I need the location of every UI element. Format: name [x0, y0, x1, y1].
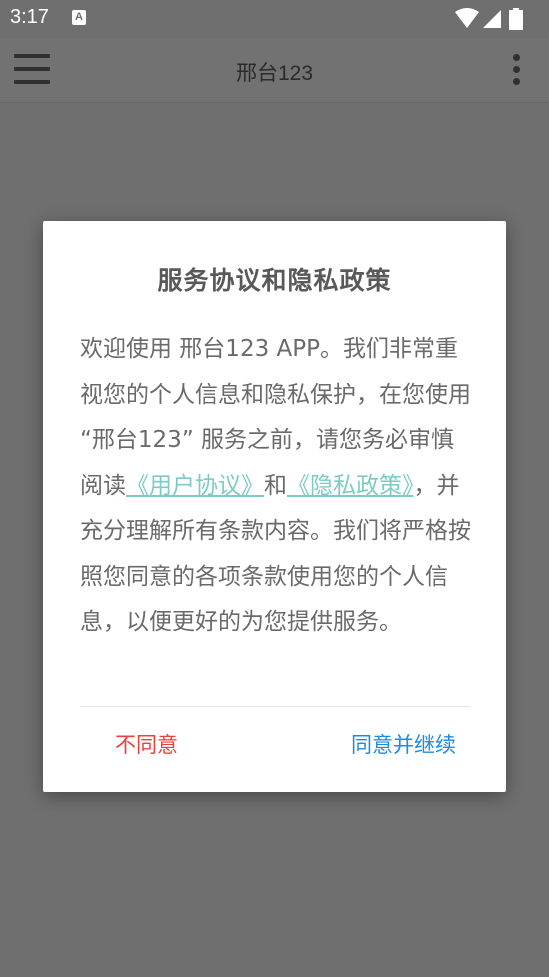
dialog-body: 欢迎使用 邢台123 APP。我们非常重视您的个人信息和隐私保护，在您使用 “邢… — [80, 327, 472, 646]
status-bar: 3:17 A — [0, 0, 549, 38]
privacy-dialog: 服务协议和隐私政策 欢迎使用 邢台123 APP。我们非常重视您的个人信息和隐私… — [43, 221, 506, 792]
user-agreement-link[interactable]: 《用户协议》 — [126, 473, 264, 499]
dialog-body-text-2: 和 — [264, 472, 287, 499]
dialog-title: 服务协议和隐私政策 — [157, 266, 392, 295]
more-vertical-icon[interactable] — [509, 52, 525, 88]
wifi-icon — [455, 8, 479, 28]
disagree-button[interactable]: 不同意 — [115, 729, 178, 759]
app-bar: 邢台123 — [0, 38, 549, 103]
a-notification-icon: A — [72, 10, 86, 25]
app-title: 邢台123 — [235, 62, 314, 85]
dialog-divider — [80, 706, 470, 707]
battery-icon — [509, 8, 523, 30]
signal-icon — [483, 10, 501, 28]
status-time: 3:17 — [10, 6, 49, 28]
status-icons — [455, 8, 535, 30]
privacy-policy-link[interactable]: 《隐私政策》 — [287, 473, 414, 499]
agree-continue-button[interactable]: 同意并继续 — [351, 729, 456, 759]
